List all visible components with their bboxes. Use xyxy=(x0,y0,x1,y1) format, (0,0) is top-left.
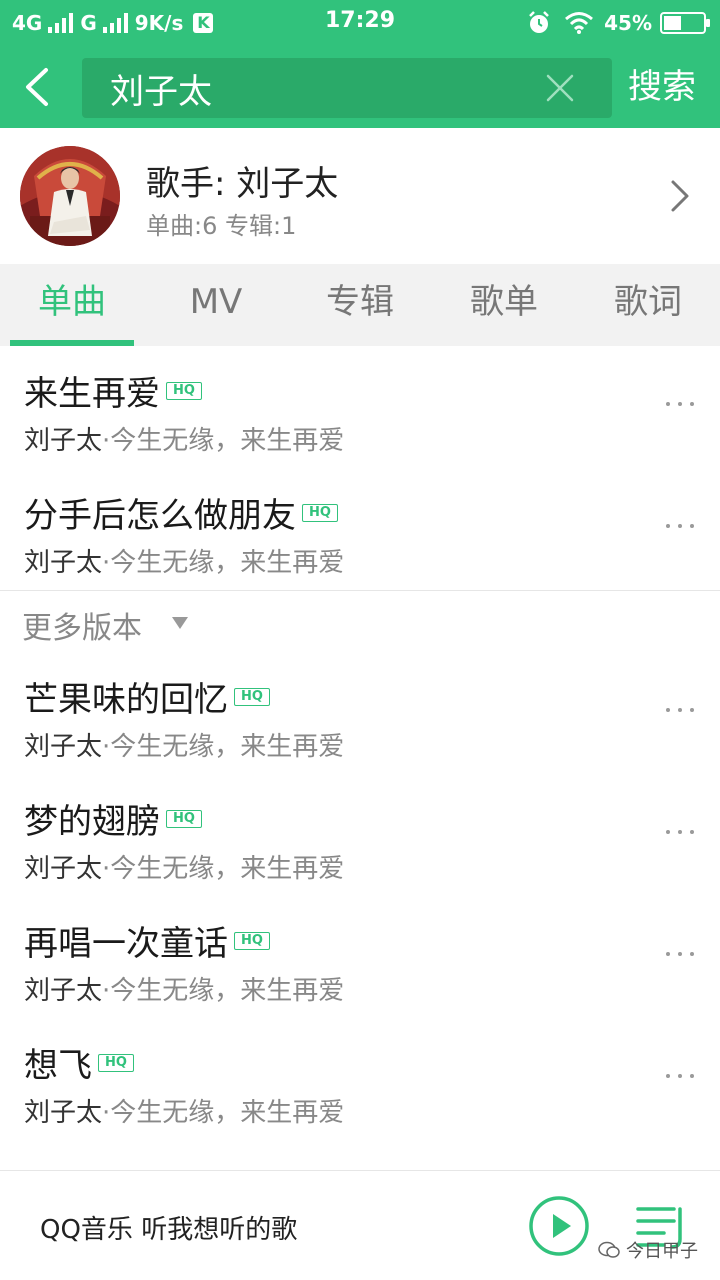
status-bar: 4G G 9K/s K 17:29 45% xyxy=(0,0,720,46)
triangle-down-icon xyxy=(172,617,188,629)
song-album: ·今生无缘，来生再爱 xyxy=(102,854,345,884)
more-options-icon[interactable] xyxy=(666,1070,696,1082)
back-arrow-icon[interactable] xyxy=(14,62,64,112)
song-artist: 刘子太 xyxy=(24,732,103,762)
tab-singles[interactable]: 单曲 xyxy=(0,264,144,346)
song-row[interactable]: 梦的翅膀 HQ 刘子太·今生无缘，来生再爱 xyxy=(0,774,720,896)
song-row[interactable]: 芒果味的回忆 HQ 刘子太·今生无缘，来生再爱 xyxy=(0,652,720,774)
song-title-row: 分手后怎么做朋友 HQ xyxy=(24,488,338,537)
artist-name: 歌手: 刘子太 xyxy=(146,164,339,204)
song-title-row: 再唱一次童话 HQ xyxy=(24,916,270,965)
more-options-icon[interactable] xyxy=(666,398,696,410)
song-subtitle: 刘子太·今生无缘，来生再爱 xyxy=(24,542,344,579)
artist-stats: 单曲:6 专辑:1 xyxy=(146,212,297,240)
hq-badge: HQ xyxy=(302,503,338,522)
song-title: 想飞 xyxy=(24,1046,92,1086)
player-slogan: QQ音乐 听我想听的歌 xyxy=(40,1215,298,1245)
hq-badge: HQ xyxy=(98,1053,134,1072)
song-title: 再唱一次童话 xyxy=(24,924,228,964)
song-album: ·今生无缘，来生再爱 xyxy=(102,426,345,456)
song-album: ·今生无缘，来生再爱 xyxy=(102,732,345,762)
song-artist: 刘子太 xyxy=(24,854,103,884)
tab-lyrics[interactable]: 歌词 xyxy=(576,264,720,346)
song-row[interactable]: 分手后怎么做朋友 HQ 刘子太·今生无缘，来生再爱 xyxy=(0,468,720,590)
more-options-icon[interactable] xyxy=(666,520,696,532)
result-tabs: 单曲 MV 专辑 歌单 歌词 xyxy=(0,264,720,346)
watermark-text: 今日甲子 xyxy=(626,1241,698,1262)
battery-icon xyxy=(660,12,710,34)
song-title-row: 梦的翅膀 HQ xyxy=(24,794,202,843)
chevron-right-icon xyxy=(671,180,689,212)
more-versions-label: 更多版本 xyxy=(22,611,142,646)
song-album: ·今生无缘，来生再爱 xyxy=(102,1098,345,1128)
play-icon[interactable] xyxy=(528,1195,590,1257)
song-list: 来生再爱 HQ 刘子太·今生无缘，来生再爱 分手后怎么做朋友 HQ 刘子太·今生无缘… xyxy=(0,346,720,1140)
artist-avatar xyxy=(20,146,120,246)
more-options-icon[interactable] xyxy=(666,704,696,716)
artist-card[interactable]: 歌手: 刘子太 单曲:6 专辑:1 xyxy=(0,128,720,264)
battery-fill xyxy=(664,16,682,30)
song-artist: 刘子太 xyxy=(24,548,103,578)
song-subtitle: 刘子太·今生无缘，来生再爱 xyxy=(24,848,344,885)
song-title-row: 想飞 HQ xyxy=(24,1038,134,1087)
song-row[interactable]: 再唱一次童话 HQ 刘子太·今生无缘，来生再爱 xyxy=(0,896,720,1018)
hq-badge: HQ xyxy=(234,931,270,950)
clear-icon[interactable] xyxy=(544,72,576,104)
search-input[interactable] xyxy=(110,58,530,118)
song-subtitle: 刘子太·今生无缘，来生再爱 xyxy=(24,1092,344,1129)
song-subtitle: 刘子太·今生无缘，来生再爱 xyxy=(24,420,344,457)
song-album: ·今生无缘，来生再爱 xyxy=(102,976,345,1006)
hq-badge: HQ xyxy=(166,381,202,400)
song-title: 梦的翅膀 xyxy=(24,802,160,842)
song-artist: 刘子太 xyxy=(24,1098,103,1128)
song-subtitle: 刘子太·今生无缘，来生再爱 xyxy=(24,726,344,763)
mini-player: QQ音乐 听我想听的歌 今日甲子 xyxy=(0,1170,720,1280)
search-header: 搜索 xyxy=(0,46,720,128)
more-options-icon[interactable] xyxy=(666,826,696,838)
tab-albums[interactable]: 专辑 xyxy=(288,264,432,346)
song-artist: 刘子太 xyxy=(24,426,103,456)
search-box[interactable] xyxy=(82,58,612,118)
alarm-icon xyxy=(529,11,550,33)
watermark: 今日甲子 xyxy=(598,1237,698,1263)
song-title: 芒果味的回忆 xyxy=(24,680,228,720)
status-right: 45% xyxy=(526,8,710,38)
song-album: ·今生无缘，来生再爱 xyxy=(102,548,345,578)
song-title-row: 芒果味的回忆 HQ xyxy=(24,672,270,721)
wifi-icon xyxy=(565,12,594,34)
song-subtitle: 刘子太·今生无缘，来生再爱 xyxy=(24,970,344,1007)
song-title-row: 来生再爱 HQ xyxy=(24,366,202,415)
hq-badge: HQ xyxy=(166,809,202,828)
song-row[interactable]: 想飞 HQ 刘子太·今生无缘，来生再爱 xyxy=(0,1018,720,1140)
tab-mv[interactable]: MV xyxy=(144,264,288,346)
song-title: 分手后怎么做朋友 xyxy=(24,496,296,536)
song-row[interactable]: 来生再爱 HQ 刘子太·今生无缘，来生再爱 xyxy=(0,346,720,468)
search-button[interactable]: 搜索 xyxy=(628,62,696,112)
more-options-icon[interactable] xyxy=(666,948,696,960)
battery-percent: 45% xyxy=(604,11,652,35)
tab-playlists[interactable]: 歌单 xyxy=(432,264,576,346)
song-artist: 刘子太 xyxy=(24,976,103,1006)
hq-badge: HQ xyxy=(234,687,270,706)
more-versions-toggle[interactable]: 更多版本 xyxy=(0,590,720,652)
wechat-icon xyxy=(598,1241,620,1258)
song-title: 来生再爱 xyxy=(24,374,160,414)
